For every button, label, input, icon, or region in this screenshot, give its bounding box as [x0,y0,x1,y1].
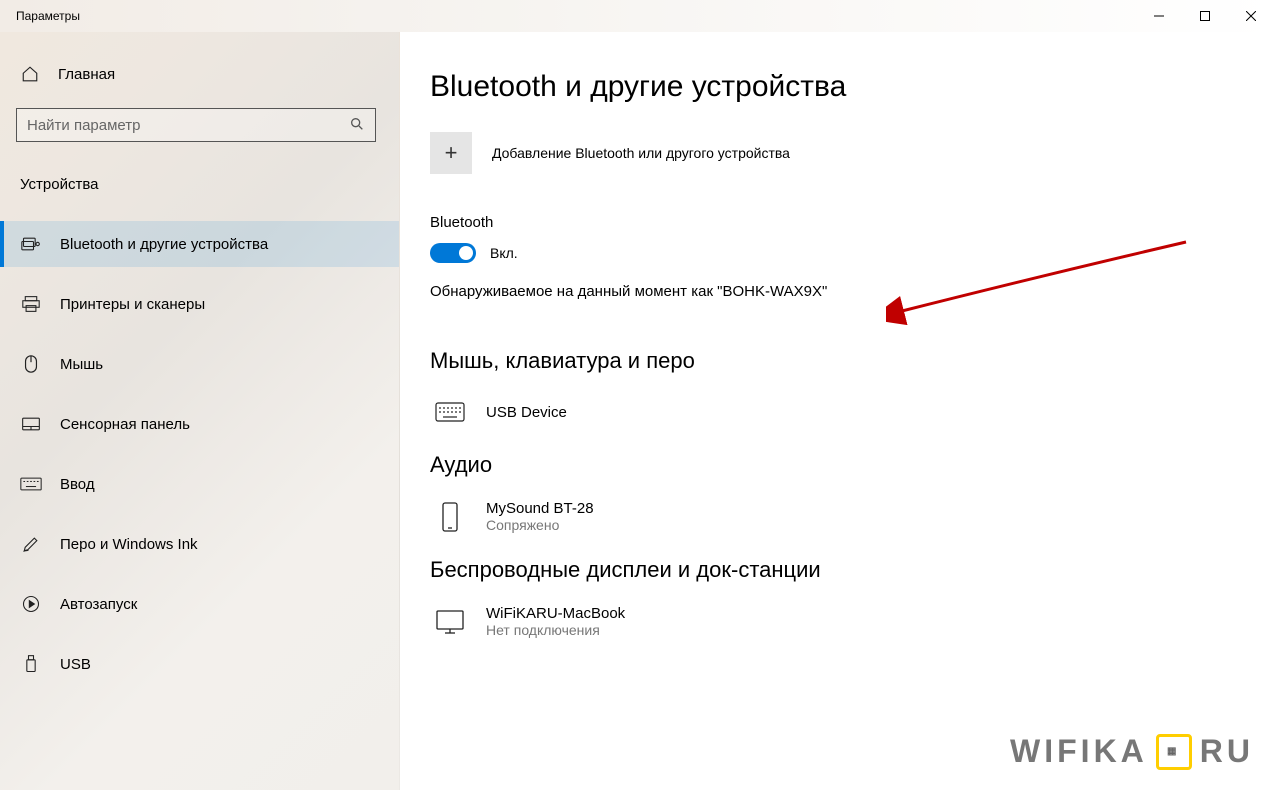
nav-section-header: Устройства [0,166,399,207]
discoverable-text: Обнаруживаемое на данный момент как "BOH… [430,283,1244,300]
printer-icon [20,293,42,315]
watermark: WIFIKA ▦ RU [1010,733,1254,770]
section-audio: Аудио [430,452,1244,478]
device-row[interactable]: USB Device [430,388,1244,452]
close-button[interactable] [1228,0,1274,32]
sidebar-item-label: Ввод [60,476,95,493]
window-controls [1136,0,1274,32]
sidebar-item-usb[interactable]: USB [0,641,399,687]
bluetooth-label: Bluetooth [430,214,1244,231]
maximize-button[interactable] [1182,0,1228,32]
toggle-state-label: Вкл. [490,245,518,261]
watermark-left: WIFIKA [1010,733,1148,770]
sidebar-item-bluetooth[interactable]: Bluetooth и другие устройства [0,221,399,267]
search-icon [349,116,365,135]
plus-icon: + [430,132,472,174]
sidebar-item-mouse[interactable]: Мышь [0,341,399,387]
usb-icon [20,653,42,675]
autoplay-icon [20,593,42,615]
sidebar-item-pen[interactable]: Перо и Windows Ink [0,521,399,567]
title-bar: Параметры [0,0,1274,32]
sidebar: Главная Устройства Bluetooth и другие ус… [0,32,400,790]
sidebar-item-label: Перо и Windows Ink [60,536,198,553]
add-device-label: Добавление Bluetooth или другого устройс… [492,145,790,161]
mouse-icon [20,353,42,375]
monitor-device-icon [434,606,466,638]
window-title: Параметры [16,9,80,23]
section-input-devices: Мышь, клавиатура и перо [430,348,1244,374]
sidebar-item-label: Bluetooth и другие устройства [60,236,268,253]
home-label: Главная [58,66,115,83]
add-device-button[interactable]: + Добавление Bluetooth или другого устро… [430,132,1244,174]
device-name: MySound BT-28 [486,500,594,517]
bluetooth-devices-icon [20,233,42,255]
sidebar-item-label: USB [60,656,91,673]
sidebar-item-label: Принтеры и сканеры [60,296,205,313]
touchpad-icon [20,413,42,435]
device-row[interactable]: WiFiKARU-MacBook Нет подключения [430,597,1244,662]
sidebar-item-printers[interactable]: Принтеры и сканеры [0,281,399,327]
keyboard-device-icon [434,396,466,428]
qr-icon: ▦ [1156,734,1192,770]
sidebar-item-label: Мышь [60,356,103,373]
home-icon [20,64,40,84]
keyboard-icon [20,473,42,495]
sidebar-item-touchpad[interactable]: Сенсорная панель [0,401,399,447]
search-input[interactable] [16,108,376,142]
watermark-right: RU [1200,733,1254,770]
bluetooth-toggle[interactable] [430,243,476,263]
section-wireless-displays: Беспроводные дисплеи и док-станции [430,557,1244,583]
pen-icon [20,533,42,555]
page-title: Bluetooth и другие устройства [430,70,1244,104]
device-name: WiFiKARU-MacBook [486,605,625,622]
sidebar-item-label: Автозапуск [60,596,137,613]
device-row[interactable]: MySound BT-28 Сопряжено [430,492,1244,557]
sidebar-item-label: Сенсорная панель [60,416,190,433]
minimize-button[interactable] [1136,0,1182,32]
sidebar-item-typing[interactable]: Ввод [0,461,399,507]
device-name: USB Device [486,404,567,421]
home-link[interactable]: Главная [0,56,399,92]
main-content: Bluetooth и другие устройства + Добавлен… [400,32,1274,790]
search-field[interactable] [27,117,349,134]
phone-device-icon [434,501,466,533]
sidebar-item-autoplay[interactable]: Автозапуск [0,581,399,627]
device-status: Сопряжено [486,517,594,533]
device-status: Нет подключения [486,622,625,638]
